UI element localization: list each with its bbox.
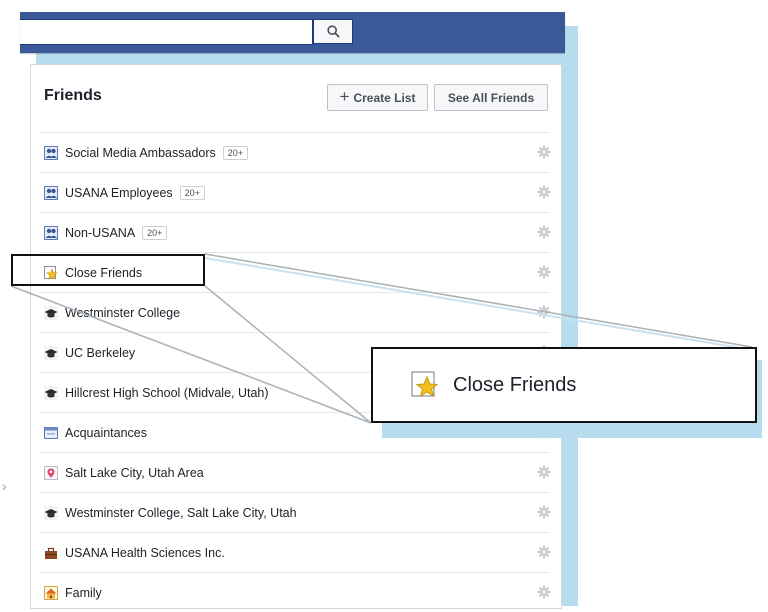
group-icon bbox=[44, 145, 58, 160]
create-list-button[interactable]: + Create List bbox=[327, 84, 428, 111]
create-list-label: Create List bbox=[353, 90, 416, 105]
star-icon bbox=[411, 371, 439, 398]
panel-title: Friends bbox=[44, 87, 102, 104]
gear-icon[interactable] bbox=[537, 225, 551, 239]
friend-list-label: Hillcrest High School (Midvale, Utah) bbox=[65, 385, 269, 400]
friend-list-label: Acquaintances bbox=[65, 425, 148, 440]
friend-list-item[interactable]: Salt Lake City, Utah Area bbox=[41, 452, 551, 492]
group-icon bbox=[44, 185, 58, 200]
top-bar bbox=[20, 12, 565, 53]
friend-list-label: Salt Lake City, Utah Area bbox=[65, 465, 204, 480]
friend-list-label: Non-USANA bbox=[65, 225, 136, 240]
friends-panel: Friends + Create List See All Friends So… bbox=[30, 64, 562, 609]
friend-list-label: Westminster College bbox=[65, 305, 181, 320]
friend-list-item[interactable]: Social Media Ambassadors 20+ bbox=[41, 132, 551, 172]
gear-icon[interactable] bbox=[537, 305, 551, 319]
graduation-cap-icon bbox=[44, 305, 58, 320]
plus-icon: + bbox=[339, 87, 350, 106]
friend-list-item[interactable]: USANA Health Sciences Inc. bbox=[41, 532, 551, 572]
gear-icon[interactable] bbox=[537, 265, 551, 279]
briefcase-icon bbox=[44, 546, 58, 560]
house-icon bbox=[44, 585, 58, 600]
gear-icon[interactable] bbox=[537, 505, 551, 519]
location-pin-icon bbox=[44, 465, 58, 480]
friend-list-item[interactable]: Family bbox=[41, 572, 551, 612]
graduation-cap-icon bbox=[44, 385, 58, 400]
gear-icon[interactable] bbox=[537, 545, 551, 559]
zoom-callout: Close Friends bbox=[371, 347, 757, 423]
friend-list-label: USANA Health Sciences Inc. bbox=[65, 545, 225, 560]
friend-list-item[interactable]: Westminster College, Salt Lake City, Uta… bbox=[41, 492, 551, 532]
member-count-badge: 20+ bbox=[179, 185, 205, 200]
friend-list-label: Westminster College, Salt Lake City, Uta… bbox=[65, 505, 297, 520]
gear-icon[interactable] bbox=[537, 585, 551, 599]
friend-list-item[interactable]: USANA Employees 20+ bbox=[41, 172, 551, 212]
arrow-icon: › bbox=[2, 478, 7, 494]
gear-icon[interactable] bbox=[537, 465, 551, 479]
friend-list-label: Social Media Ambassadors bbox=[65, 145, 216, 160]
search-button[interactable] bbox=[313, 19, 353, 44]
member-count-badge: 20+ bbox=[222, 145, 249, 160]
friend-list-item[interactable]: Non-USANA 20+ bbox=[41, 212, 551, 252]
gear-icon[interactable] bbox=[537, 185, 551, 199]
highlight-box bbox=[11, 254, 205, 286]
gear-icon[interactable] bbox=[537, 145, 551, 159]
see-all-friends-button[interactable]: See All Friends bbox=[434, 84, 548, 111]
group-icon bbox=[44, 225, 58, 240]
friend-list-item[interactable]: Westminster College bbox=[41, 292, 551, 332]
friend-list-label: UC Berkeley bbox=[65, 345, 136, 360]
graduation-cap-icon bbox=[44, 505, 58, 520]
graduation-cap-icon bbox=[44, 345, 58, 360]
search-input[interactable] bbox=[20, 19, 313, 45]
member-count-badge: 20+ bbox=[142, 225, 168, 240]
friend-list-label: USANA Employees bbox=[65, 185, 173, 200]
zoom-label: Close Friends bbox=[453, 373, 577, 396]
friend-list-label: Family bbox=[65, 585, 102, 600]
acquaintances-icon bbox=[44, 426, 58, 440]
search-icon bbox=[326, 25, 340, 38]
